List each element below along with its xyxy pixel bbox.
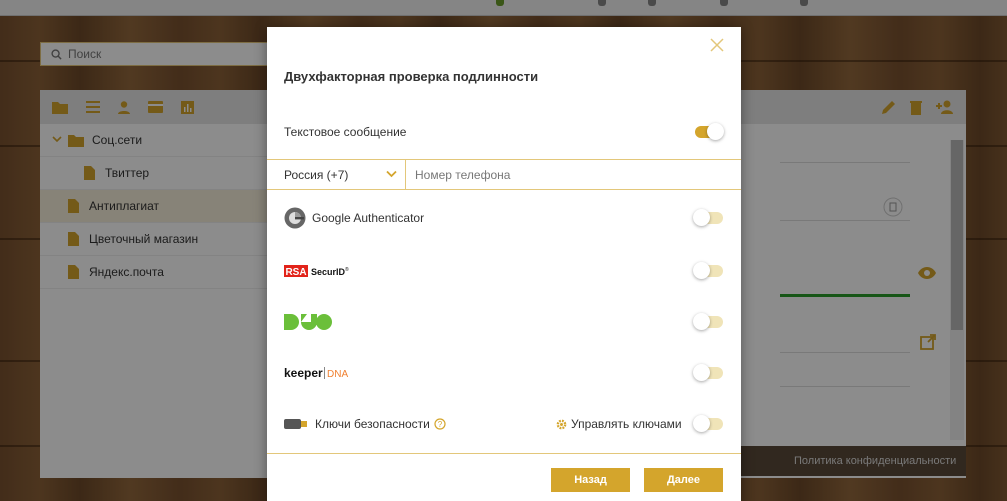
toggle-knob — [707, 123, 724, 140]
svg-text:keeper: keeper — [284, 366, 323, 380]
google-auth-label: Google Authenticator — [312, 211, 425, 225]
toggle-knob — [693, 364, 710, 381]
dialog-title: Двухфакторная проверка подлинности — [284, 69, 539, 84]
phone-row: Россия (+7) — [267, 159, 741, 190]
rsa-securid-logo: RSA SecurID ® — [284, 265, 349, 278]
svg-text:RSA: RSA — [285, 267, 306, 278]
toggle-knob — [693, 415, 710, 432]
phone-number-input[interactable] — [406, 160, 741, 189]
chevron-down-icon — [386, 170, 397, 178]
security-keys-toggle[interactable] — [693, 415, 723, 432]
back-button[interactable]: Назад — [551, 468, 630, 492]
gear-icon — [556, 419, 567, 429]
rsa-toggle[interactable] — [693, 262, 723, 279]
duo-logo — [284, 314, 332, 330]
toggle-knob — [693, 313, 710, 330]
keeper-dna-toggle[interactable] — [693, 364, 723, 381]
security-keys-label: Ключи безопасности — [315, 417, 430, 431]
svg-text:®: ® — [345, 266, 349, 273]
keeper-dna-logo: keeper DNA — [284, 366, 348, 380]
help-icon[interactable]: ? — [434, 418, 446, 430]
manage-keys-link[interactable]: Управлять ключами — [556, 417, 682, 431]
close-icon[interactable] — [709, 37, 725, 53]
google-auth-toggle[interactable] — [693, 209, 723, 226]
svg-text:?: ? — [438, 420, 443, 429]
google-authenticator-icon — [284, 207, 306, 229]
two-factor-dialog: Двухфакторная проверка подлинности Текст… — [267, 27, 741, 501]
svg-text:DNA: DNA — [327, 369, 348, 380]
rsa-row: RSA SecurID ® — [284, 262, 724, 279]
svg-text:SecurID: SecurID — [311, 267, 346, 277]
keeper-dna-row: keeper DNA — [284, 364, 724, 381]
duo-row — [284, 313, 724, 330]
google-auth-row: Google Authenticator — [284, 207, 724, 229]
country-select[interactable]: Россия (+7) — [267, 160, 406, 189]
next-button[interactable]: Далее — [644, 468, 723, 492]
sms-toggle[interactable] — [695, 123, 724, 140]
sms-label: Текстовое сообщение — [284, 125, 407, 139]
toggle-knob — [693, 209, 710, 226]
security-key-icon — [284, 419, 307, 429]
duo-toggle[interactable] — [693, 313, 723, 330]
toggle-knob — [693, 262, 710, 279]
country-value: Россия (+7) — [284, 167, 349, 182]
sms-row: Текстовое сообщение — [284, 123, 724, 140]
footer-divider — [267, 453, 741, 454]
manage-keys-label: Управлять ключами — [571, 417, 682, 431]
